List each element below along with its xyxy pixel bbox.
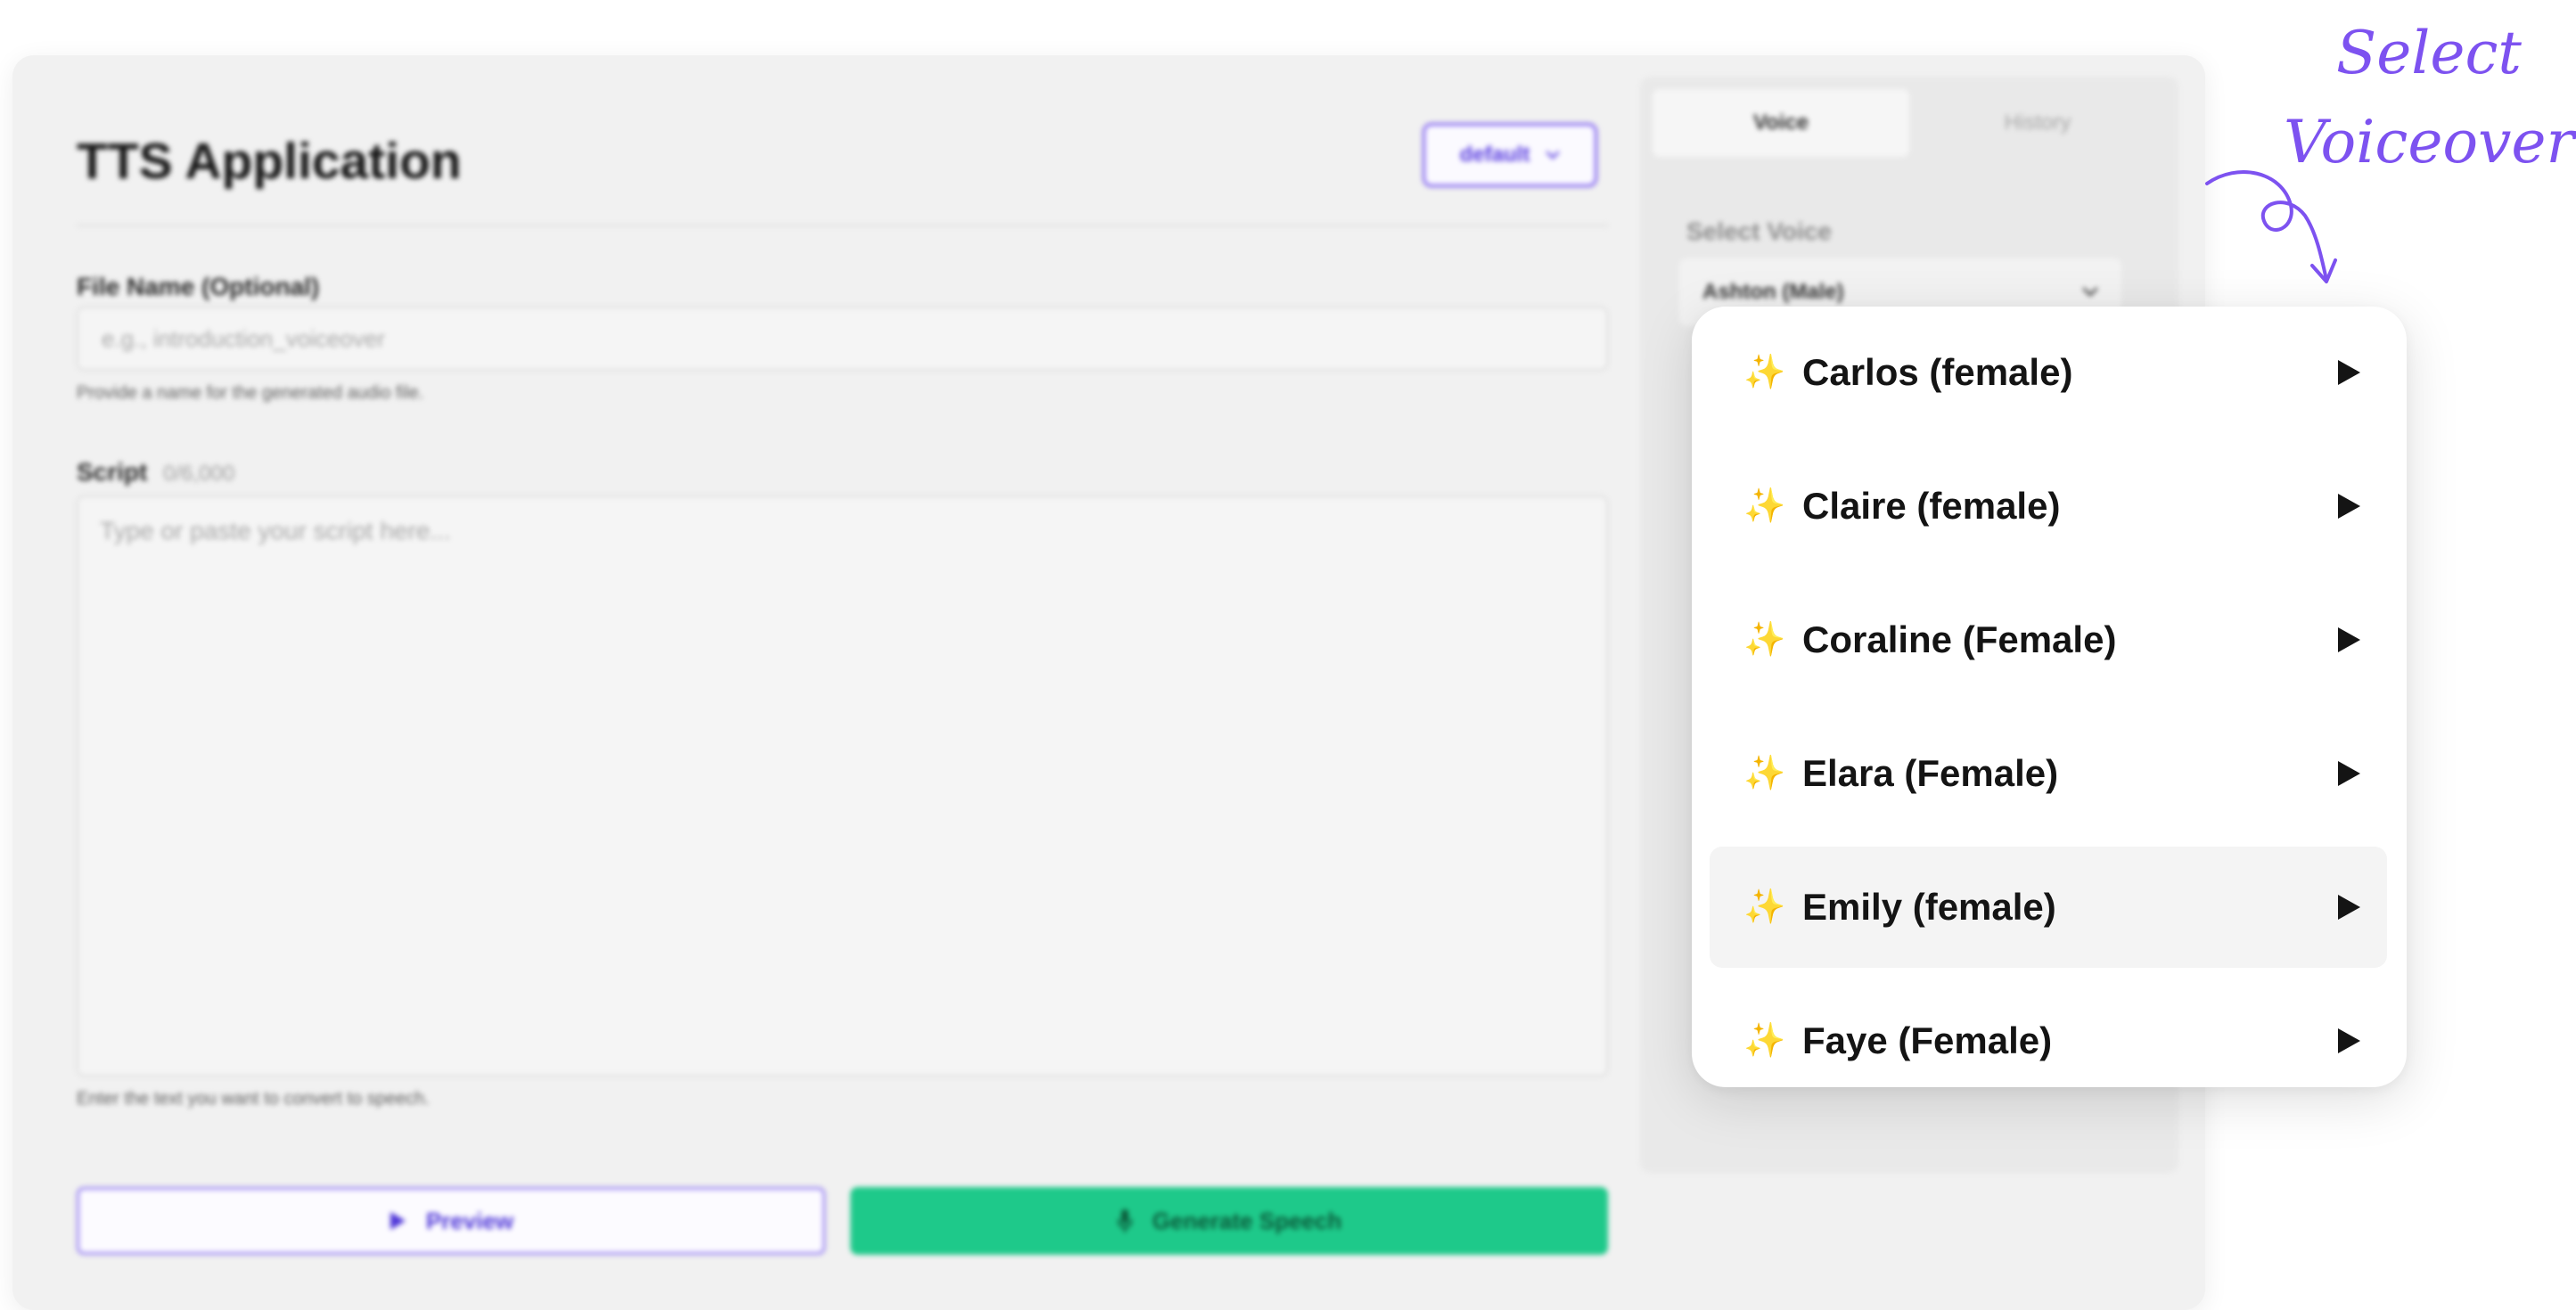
play-icon[interactable] <box>2335 358 2362 387</box>
sparkle-icon: ✨ <box>1743 755 1786 792</box>
play-icon[interactable] <box>2335 492 2362 520</box>
voice-option-label: Coraline (Female) <box>1802 618 2117 660</box>
voice-option-label: Claire (female) <box>1802 485 2061 527</box>
play-icon <box>390 1212 406 1230</box>
preview-button[interactable]: Preview <box>77 1187 825 1255</box>
voice-option-label: Faye (Female) <box>1802 1019 2053 1061</box>
sparkle-icon: ✨ <box>1743 1022 1786 1060</box>
file-name-label: File Name (Optional) <box>77 273 320 300</box>
tab-voice[interactable]: Voice <box>1653 89 1909 157</box>
callout-line-1: Select <box>2336 19 2522 87</box>
select-voice-label: Select Voice <box>1686 217 1832 245</box>
preview-button-label: Preview <box>425 1207 514 1234</box>
voice-option-elara[interactable]: ✨ Elara (Female) <box>1710 713 2387 834</box>
play-icon[interactable] <box>2335 893 2362 921</box>
sparkle-icon: ✨ <box>1743 487 1786 525</box>
voice-option-faye[interactable]: ✨ Faye (Female) <box>1710 980 2387 1101</box>
sparkle-icon: ✨ <box>1743 621 1786 659</box>
script-label: Script <box>77 458 148 486</box>
script-label-row: Script 0/6,000 <box>77 458 234 487</box>
curly-arrow-icon <box>2205 170 2337 283</box>
play-icon[interactable] <box>2335 1027 2362 1055</box>
chevron-down-icon <box>2082 287 2098 297</box>
profile-select[interactable]: default <box>1423 123 1597 187</box>
sparkle-icon: ✨ <box>1743 888 1786 926</box>
header-divider <box>77 225 1608 226</box>
voice-option-claire[interactable]: ✨ Claire (female) <box>1710 446 2387 567</box>
file-name-input[interactable]: e.g., introduction_voiceover <box>77 307 1608 371</box>
file-name-placeholder: e.g., introduction_voiceover <box>102 324 385 352</box>
voice-option-carlos[interactable]: ✨ Carlos (female) <box>1710 312 2387 433</box>
voice-option-emily[interactable]: ✨ Emily (female) <box>1710 847 2387 968</box>
voice-option-label: Emily (female) <box>1802 886 2056 928</box>
file-name-help-text: Provide a name for the generated audio f… <box>77 383 424 403</box>
microphone-icon <box>1117 1209 1133 1232</box>
script-textarea[interactable]: Type or paste your script here... <box>77 495 1608 1077</box>
generate-speech-label: Generate Speech <box>1152 1207 1342 1234</box>
script-placeholder: Type or paste your script here... <box>100 517 451 544</box>
play-icon[interactable] <box>2335 626 2362 654</box>
tab-history[interactable]: History <box>1909 89 2166 157</box>
voice-option-coraline[interactable]: ✨ Coraline (Female) <box>1710 579 2387 700</box>
chevron-down-icon <box>1546 151 1560 160</box>
voice-option-label: Elara (Female) <box>1802 752 2059 794</box>
voice-dropdown-menu: ✨ Carlos (female) ✨ Claire (female) ✨ Co… <box>1692 307 2407 1087</box>
side-panel-tabs: Voice History <box>1653 89 2166 157</box>
generate-speech-button[interactable]: Generate Speech <box>850 1187 1608 1255</box>
voice-option-label: Carlos (female) <box>1802 351 2073 393</box>
voice-select-value: Ashton (Male) <box>1702 280 1844 304</box>
script-help-text: Enter the text you want to convert to sp… <box>77 1089 430 1109</box>
page-title: TTS Application <box>77 133 462 190</box>
script-character-count: 0/6,000 <box>163 462 235 486</box>
sparkle-icon: ✨ <box>1743 354 1786 391</box>
callout-text: Select Voiceover <box>2282 9 2576 187</box>
profile-select-value: default <box>1459 143 1530 167</box>
play-icon[interactable] <box>2335 759 2362 788</box>
